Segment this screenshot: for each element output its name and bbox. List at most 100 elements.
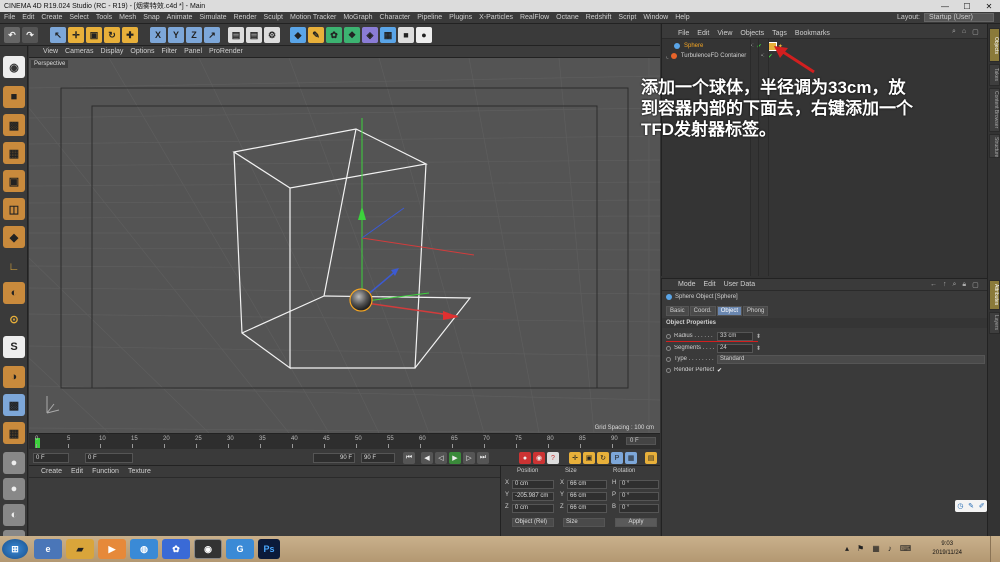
new-view-icon[interactable]: ▢ [972,28,979,36]
menu-render[interactable]: Render [234,14,257,21]
vp-menu-panel[interactable]: Panel [184,48,202,55]
rotation-p-field[interactable]: 0 ° [619,492,659,501]
z-axis-icon[interactable]: Z [186,27,202,43]
undo-icon[interactable]: ↶ [4,27,20,43]
timeline-window-icon[interactable]: ▤ [645,452,657,464]
workplane-mode-icon[interactable]: ▦ [3,142,25,164]
material-manager-area[interactable] [29,478,500,536]
record-icon[interactable]: ● [519,452,531,464]
coordinate-system-icon[interactable]: ↗ [204,27,220,43]
menu-animate[interactable]: Animate [167,14,193,21]
tray-network-icon[interactable]: ▦ [872,544,880,553]
coord-size-dropdown[interactable]: Size [563,518,605,527]
move-tool-icon[interactable]: ✛ [68,27,84,43]
sphere-light-icon[interactable]: ◐ [3,504,25,526]
menu-select[interactable]: Select [69,14,88,21]
vp-menu-filter[interactable]: Filter [162,48,178,55]
spinner-icon[interactable]: ⬍ [756,345,761,352]
menu-x-particles[interactable]: X-Particles [479,14,513,21]
menu-redshift[interactable]: Redshift [586,14,612,21]
camera-icon[interactable]: ■ [398,27,414,43]
render-view-icon[interactable]: ▤ [228,27,244,43]
segments-field[interactable]: 24 [717,343,753,353]
menu-plugins[interactable]: Plugins [449,14,472,21]
menu-pipeline[interactable]: Pipeline [417,14,442,21]
sphere-object[interactable] [349,288,373,312]
x-axis-icon[interactable]: X [150,27,166,43]
edges-mode-icon[interactable]: ◫ [3,198,25,220]
array-icon[interactable]: ❖ [344,27,360,43]
sphere-shade-icon[interactable]: ● [3,478,25,500]
mat-menu-texture[interactable]: Texture [128,468,151,475]
mat-menu-function[interactable]: Function [92,468,119,475]
make-editable-icon[interactable]: ◉ [3,56,25,78]
axis-mode-icon[interactable]: ∟ [3,256,25,278]
key-pla-icon[interactable]: ▦ [625,452,637,464]
locked-workplane-icon[interactable]: ◑ [3,366,25,388]
solo-icon[interactable]: S [3,336,25,358]
show-desktop-button[interactable] [990,536,1000,562]
next-frame-icon[interactable]: ▷ [463,452,475,464]
tab-layers[interactable]: Layers [989,312,1000,334]
brush-icon[interactable]: ✐ [979,502,985,510]
menu-mograph[interactable]: MoGraph [343,14,372,21]
go-to-start-icon[interactable]: ⏮ [403,452,415,464]
scale-tool-icon[interactable]: ▣ [86,27,102,43]
tab-phong[interactable]: Phong [743,306,769,316]
polygons-mode-icon[interactable]: ◆ [3,226,25,248]
menu-help[interactable]: Help [675,14,689,21]
taskbar-folder-icon[interactable]: ▰ [66,539,94,559]
visibility-toggle-icon[interactable]: ▪: [761,53,765,59]
go-to-end-icon[interactable]: ⏭ [477,452,489,464]
rotation-b-field[interactable]: 0 ° [619,504,659,513]
am-menu-mode[interactable]: Mode [678,281,696,288]
max-frame-field[interactable]: 90 F [361,453,395,463]
maximize-icon[interactable]: ☐ [956,2,978,11]
y-axis-icon[interactable]: Y [168,27,184,43]
vp-menu-prorender[interactable]: ProRender [209,48,243,55]
taskbar-app-icon[interactable]: ✿ [162,539,190,559]
recent-tool-icon[interactable]: ✚ [122,27,138,43]
light-icon[interactable]: ● [416,27,432,43]
render-picture-viewer-icon[interactable]: ▤ [246,27,262,43]
planar-workplane-icon[interactable]: ▩ [3,394,25,416]
spline-pen-icon[interactable]: ✎ [308,27,324,43]
deformer-icon[interactable]: ◈ [362,27,378,43]
search-icon[interactable]: ⌕ [953,281,957,289]
mat-menu-create[interactable]: Create [41,468,62,475]
menu-window[interactable]: Window [643,14,668,21]
close-icon[interactable]: ✕ [978,2,1000,11]
viewport-camera-label[interactable]: Perspective [31,60,69,68]
render-settings-icon[interactable]: ⚙ [264,27,280,43]
rotate-tool-icon[interactable]: ↻ [104,27,120,43]
redo-icon[interactable]: ↷ [22,27,38,43]
points-mode-icon[interactable]: ▣ [3,170,25,192]
menu-script[interactable]: Script [618,14,636,21]
om-menu-view[interactable]: View [717,30,732,37]
prev-frame-icon[interactable]: ◁ [435,452,447,464]
current-frame-field[interactable]: 0 F [33,453,69,463]
model-mode-icon[interactable]: ■ [3,86,25,108]
taskbar-app2-icon[interactable]: G [226,539,254,559]
tab-object[interactable]: Object [716,306,743,316]
search-icon[interactable]: ⌕ [952,28,956,36]
floor-icon[interactable]: ▦ [380,27,396,43]
y-axis-handle-icon[interactable] [358,206,366,220]
select-tool-icon[interactable]: ↖ [50,27,66,43]
menu-realflow[interactable]: RealFlow [520,14,549,21]
pen-icon[interactable]: ✎ [968,502,974,510]
tab-takes[interactable]: Takes [989,64,1000,86]
vp-menu-view[interactable]: View [43,48,58,55]
animate-dot-icon[interactable] [666,345,671,351]
om-menu-file[interactable]: File [678,30,689,37]
tray-volume-icon[interactable]: ♪ [888,544,892,553]
taskbar-clock[interactable]: 9:03 2019/11/24 [932,540,962,558]
tab-basic[interactable]: Basic [666,306,689,316]
layout-dropdown[interactable]: Startup (User) [924,13,994,22]
size-x-field[interactable]: 66 cm [567,480,607,489]
position-y-field[interactable]: -205.987 cm [512,492,554,501]
taskbar-cinema4d-icon[interactable]: ◉ [194,539,222,559]
rotation-h-field[interactable]: 0 ° [619,480,659,489]
capture-icon[interactable]: ◷ [957,502,963,510]
animate-dot-icon[interactable] [666,367,671,373]
